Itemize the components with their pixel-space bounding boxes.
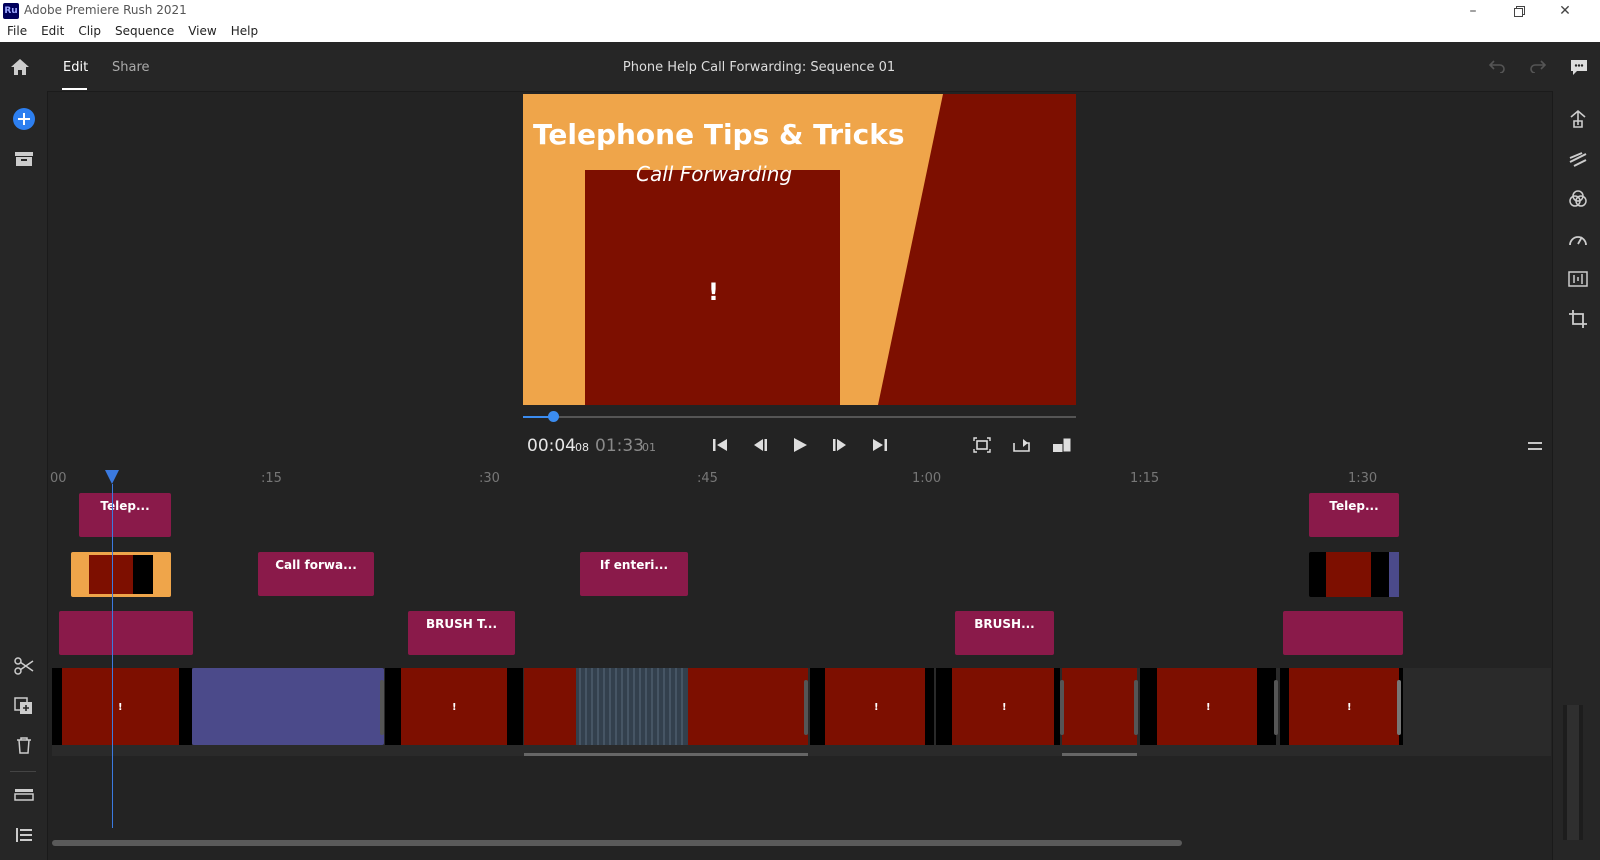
- video-clip[interactable]: !: [52, 668, 192, 745]
- app-logo: Ru: [3, 3, 19, 19]
- menu-file[interactable]: File: [0, 22, 34, 42]
- transitions-icon[interactable]: [1566, 147, 1590, 171]
- title-clip[interactable]: BRUSH...: [955, 611, 1054, 655]
- graphic-clip[interactable]: [1309, 552, 1399, 597]
- clip-mark: !: [874, 702, 879, 713]
- ruler-tick: 00: [50, 471, 67, 486]
- aspect-ratio-icon[interactable]: [1049, 434, 1075, 456]
- sequence-title[interactable]: Phone Help Call Forwarding: Sequence 01: [0, 60, 1518, 75]
- window-titlebar: [0, 0, 1600, 22]
- video-clip[interactable]: [1062, 668, 1137, 745]
- audio-waveform-bar: [1062, 753, 1137, 756]
- sidebar-divider: [10, 771, 36, 772]
- clip-mark: !: [1347, 702, 1352, 713]
- go-to-start-icon[interactable]: [707, 434, 733, 456]
- speed-icon[interactable]: [1566, 227, 1590, 251]
- play-icon[interactable]: [787, 434, 813, 456]
- preview-center-mark: !: [708, 278, 719, 306]
- title-clip[interactable]: BRUSH T...: [408, 611, 515, 655]
- crop-icon[interactable]: [1566, 307, 1590, 331]
- title-clip[interactable]: Telep...: [79, 493, 171, 537]
- restore-icon[interactable]: [1496, 0, 1542, 22]
- total-frames: 01: [642, 441, 656, 454]
- color-icon[interactable]: [1566, 187, 1590, 211]
- ruler-tick: 1:15: [1130, 471, 1160, 486]
- scrub-handle[interactable]: [548, 411, 559, 422]
- clip-mark: !: [452, 702, 457, 713]
- track-options-icon[interactable]: [14, 788, 34, 802]
- graphic-clip[interactable]: [71, 552, 171, 597]
- clip-mark: !: [118, 702, 123, 713]
- menu-help[interactable]: Help: [224, 22, 265, 42]
- window-title: Adobe Premiere Rush 2021: [24, 3, 187, 17]
- close-icon[interactable]: ✕: [1542, 0, 1588, 22]
- clip-handle[interactable]: [380, 680, 384, 735]
- video-clip[interactable]: !: [936, 668, 1060, 745]
- audio-icon[interactable]: [1566, 267, 1590, 291]
- video-clip[interactable]: !: [1140, 668, 1276, 745]
- menu-edit[interactable]: Edit: [34, 22, 71, 42]
- timeline-vertical-scrollbar[interactable]: [1567, 705, 1579, 840]
- clip-handle[interactable]: [1134, 680, 1138, 735]
- track-list-icon[interactable]: [15, 827, 33, 843]
- project-assets-icon[interactable]: [14, 151, 34, 167]
- loop-icon[interactable]: [1009, 434, 1035, 456]
- clip-handle[interactable]: [1274, 680, 1278, 735]
- audio-clip[interactable]: [192, 668, 384, 745]
- menu-sequence[interactable]: Sequence: [108, 22, 181, 42]
- current-timecode: 00:04: [527, 436, 576, 456]
- step-back-icon[interactable]: [747, 434, 773, 456]
- current-frames: 08: [575, 441, 589, 454]
- duplicate-icon[interactable]: [14, 697, 34, 715]
- title-clip[interactable]: Telep...: [1309, 493, 1399, 537]
- ruler-tick: :45: [697, 471, 718, 486]
- undo-icon[interactable]: [1488, 59, 1506, 73]
- total-duration: 01:33: [595, 436, 644, 456]
- panel-collapse-icon[interactable]: [1527, 441, 1543, 451]
- video-clip[interactable]: [524, 668, 808, 745]
- add-media-icon[interactable]: [12, 107, 36, 131]
- comment-icon[interactable]: [1570, 59, 1588, 76]
- clip-handle[interactable]: [1397, 680, 1401, 735]
- titles-icon[interactable]: [1566, 107, 1590, 131]
- ruler-tick: :30: [479, 471, 500, 486]
- clip-handle[interactable]: [1060, 680, 1064, 735]
- playhead-line: [112, 484, 113, 828]
- clip-mark: !: [1002, 702, 1007, 713]
- title-clip[interactable]: Call forwa...: [258, 552, 374, 596]
- ruler-tick: 1:30: [1348, 471, 1378, 486]
- minimize-icon[interactable]: –: [1450, 0, 1496, 22]
- clip-mark: !: [1206, 702, 1211, 713]
- title-clip[interactable]: If enteri...: [580, 552, 688, 596]
- timeline-horizontal-scrollbar[interactable]: [52, 840, 1182, 846]
- menu-view[interactable]: View: [181, 22, 223, 42]
- title-clip[interactable]: [1283, 611, 1403, 655]
- menu-bar: File Edit Clip Sequence View Help: [0, 22, 1600, 43]
- clip-handle[interactable]: [804, 680, 808, 735]
- video-clip[interactable]: !: [385, 668, 523, 745]
- playhead-handle[interactable]: [105, 470, 119, 484]
- fit-screen-icon[interactable]: [969, 434, 995, 456]
- ruler-tick: 1:00: [912, 471, 942, 486]
- menu-clip[interactable]: Clip: [71, 22, 108, 42]
- redo-icon[interactable]: [1529, 59, 1547, 73]
- step-forward-icon[interactable]: [827, 434, 853, 456]
- preview-title-text: Telephone Tips & Tricks: [533, 118, 905, 151]
- title-clip[interactable]: [59, 611, 193, 655]
- tab-edit-underline: [62, 88, 87, 90]
- preview-subtitle-text: Call Forwarding: [636, 162, 793, 186]
- go-to-end-icon[interactable]: [867, 434, 893, 456]
- ruler-tick: :15: [261, 471, 282, 486]
- video-clip[interactable]: !: [810, 668, 934, 745]
- video-clip[interactable]: !: [1280, 668, 1403, 745]
- audio-waveform-bar: [524, 753, 808, 756]
- scrub-bar[interactable]: [523, 416, 1076, 418]
- split-clip-icon[interactable]: [14, 657, 34, 675]
- delete-icon[interactable]: [15, 736, 33, 754]
